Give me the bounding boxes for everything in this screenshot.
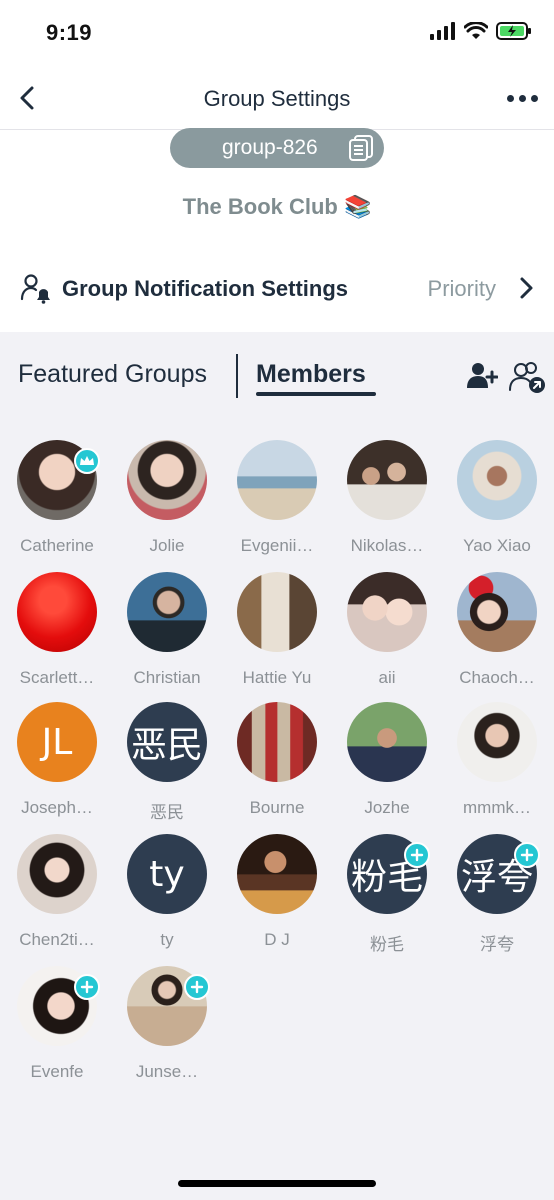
- member-name: ty: [160, 930, 174, 949]
- avatar-initials: JL: [41, 721, 73, 763]
- active-tab-indicator: [256, 392, 376, 396]
- member-name: Catherine: [20, 536, 94, 555]
- more-options-button[interactable]: [504, 86, 540, 110]
- avatar: 恶民: [127, 702, 207, 782]
- member-name: Junse…: [135, 1062, 199, 1081]
- member-name: mmmk…: [463, 798, 531, 817]
- battery-charging-icon: [496, 22, 531, 40]
- avatar: [237, 702, 317, 782]
- avatar: [457, 440, 537, 520]
- member-name: 浮夸: [480, 935, 514, 954]
- copy-icon[interactable]: [348, 134, 374, 162]
- member-name: Nikolas…: [350, 536, 424, 555]
- avatar: ty: [127, 834, 207, 914]
- chevron-right-icon: [520, 277, 533, 299]
- member-name: Evenfe: [30, 1062, 84, 1081]
- tab-divider: [236, 354, 238, 398]
- wifi-icon: [464, 22, 488, 39]
- avatar: [17, 834, 97, 914]
- home-indicator: [178, 1180, 376, 1187]
- plus-icon: [404, 842, 430, 868]
- avatar: [347, 440, 427, 520]
- plus-icon: [184, 974, 210, 1000]
- avatar: [237, 440, 317, 520]
- member-name: 粉毛: [370, 935, 404, 954]
- member-name: Jozhe: [364, 798, 410, 817]
- signal-icon: [430, 22, 455, 40]
- avatar: [237, 572, 317, 652]
- tabs-row: Featured Groups Members: [0, 332, 554, 412]
- notification-priority-value: Priority: [427, 276, 496, 301]
- member-name: Christian: [133, 668, 201, 687]
- member-name: Chen2ti…: [19, 930, 95, 949]
- member-name: Joseph…: [21, 798, 93, 817]
- member-name: Jolie: [149, 536, 185, 555]
- avatar: [347, 572, 427, 652]
- member-name: Bourne: [249, 798, 305, 817]
- group-id-pill[interactable]: group-826: [170, 128, 384, 168]
- avatar: [127, 440, 207, 520]
- avatar: [347, 702, 427, 782]
- avatar: [457, 702, 537, 782]
- member-name: aii: [378, 668, 396, 687]
- member-name: D J: [264, 930, 290, 949]
- ellipsis-icon: [506, 94, 514, 102]
- member-name: Evgenii…: [240, 536, 314, 555]
- avatar: [457, 572, 537, 652]
- member-name: Chaoch…: [459, 668, 535, 687]
- member-name: 恶民: [150, 803, 184, 822]
- avatar: JL: [17, 702, 97, 782]
- bell-person-icon: [20, 274, 50, 304]
- manage-members-icon[interactable]: [508, 360, 546, 394]
- avatar-initials: 恶民: [130, 725, 203, 766]
- tab-featured-groups[interactable]: Featured Groups: [18, 360, 207, 389]
- status-time: 9:19: [46, 20, 93, 45]
- avatar-initials: ty: [149, 853, 185, 895]
- member-name: Hattie Yu: [242, 668, 312, 687]
- member-name: Yao Xiao: [463, 536, 531, 555]
- group-id-label: group-826: [222, 136, 318, 159]
- plus-icon: [74, 974, 100, 1000]
- avatar: [17, 572, 97, 652]
- group-header: group-826 The Book Club 📚 Group Notifica…: [0, 128, 554, 332]
- notification-settings-row[interactable]: Group Notification Settings Priority: [0, 260, 554, 316]
- page-title: Group Settings: [203, 86, 351, 111]
- nav-bar: Group Settings: [0, 66, 554, 130]
- avatar: [237, 834, 317, 914]
- status-icons: [430, 22, 532, 40]
- member-name: Scarlett…: [19, 668, 95, 687]
- add-member-icon[interactable]: [466, 360, 498, 392]
- avatar: [127, 572, 207, 652]
- tab-members[interactable]: Members: [256, 360, 366, 389]
- notification-settings-label: Group Notification Settings: [62, 276, 348, 301]
- status-bar: 9:19: [0, 0, 554, 66]
- plus-icon: [514, 842, 540, 868]
- crown-icon: [74, 448, 100, 474]
- group-name: The Book Club 📚: [182, 194, 372, 219]
